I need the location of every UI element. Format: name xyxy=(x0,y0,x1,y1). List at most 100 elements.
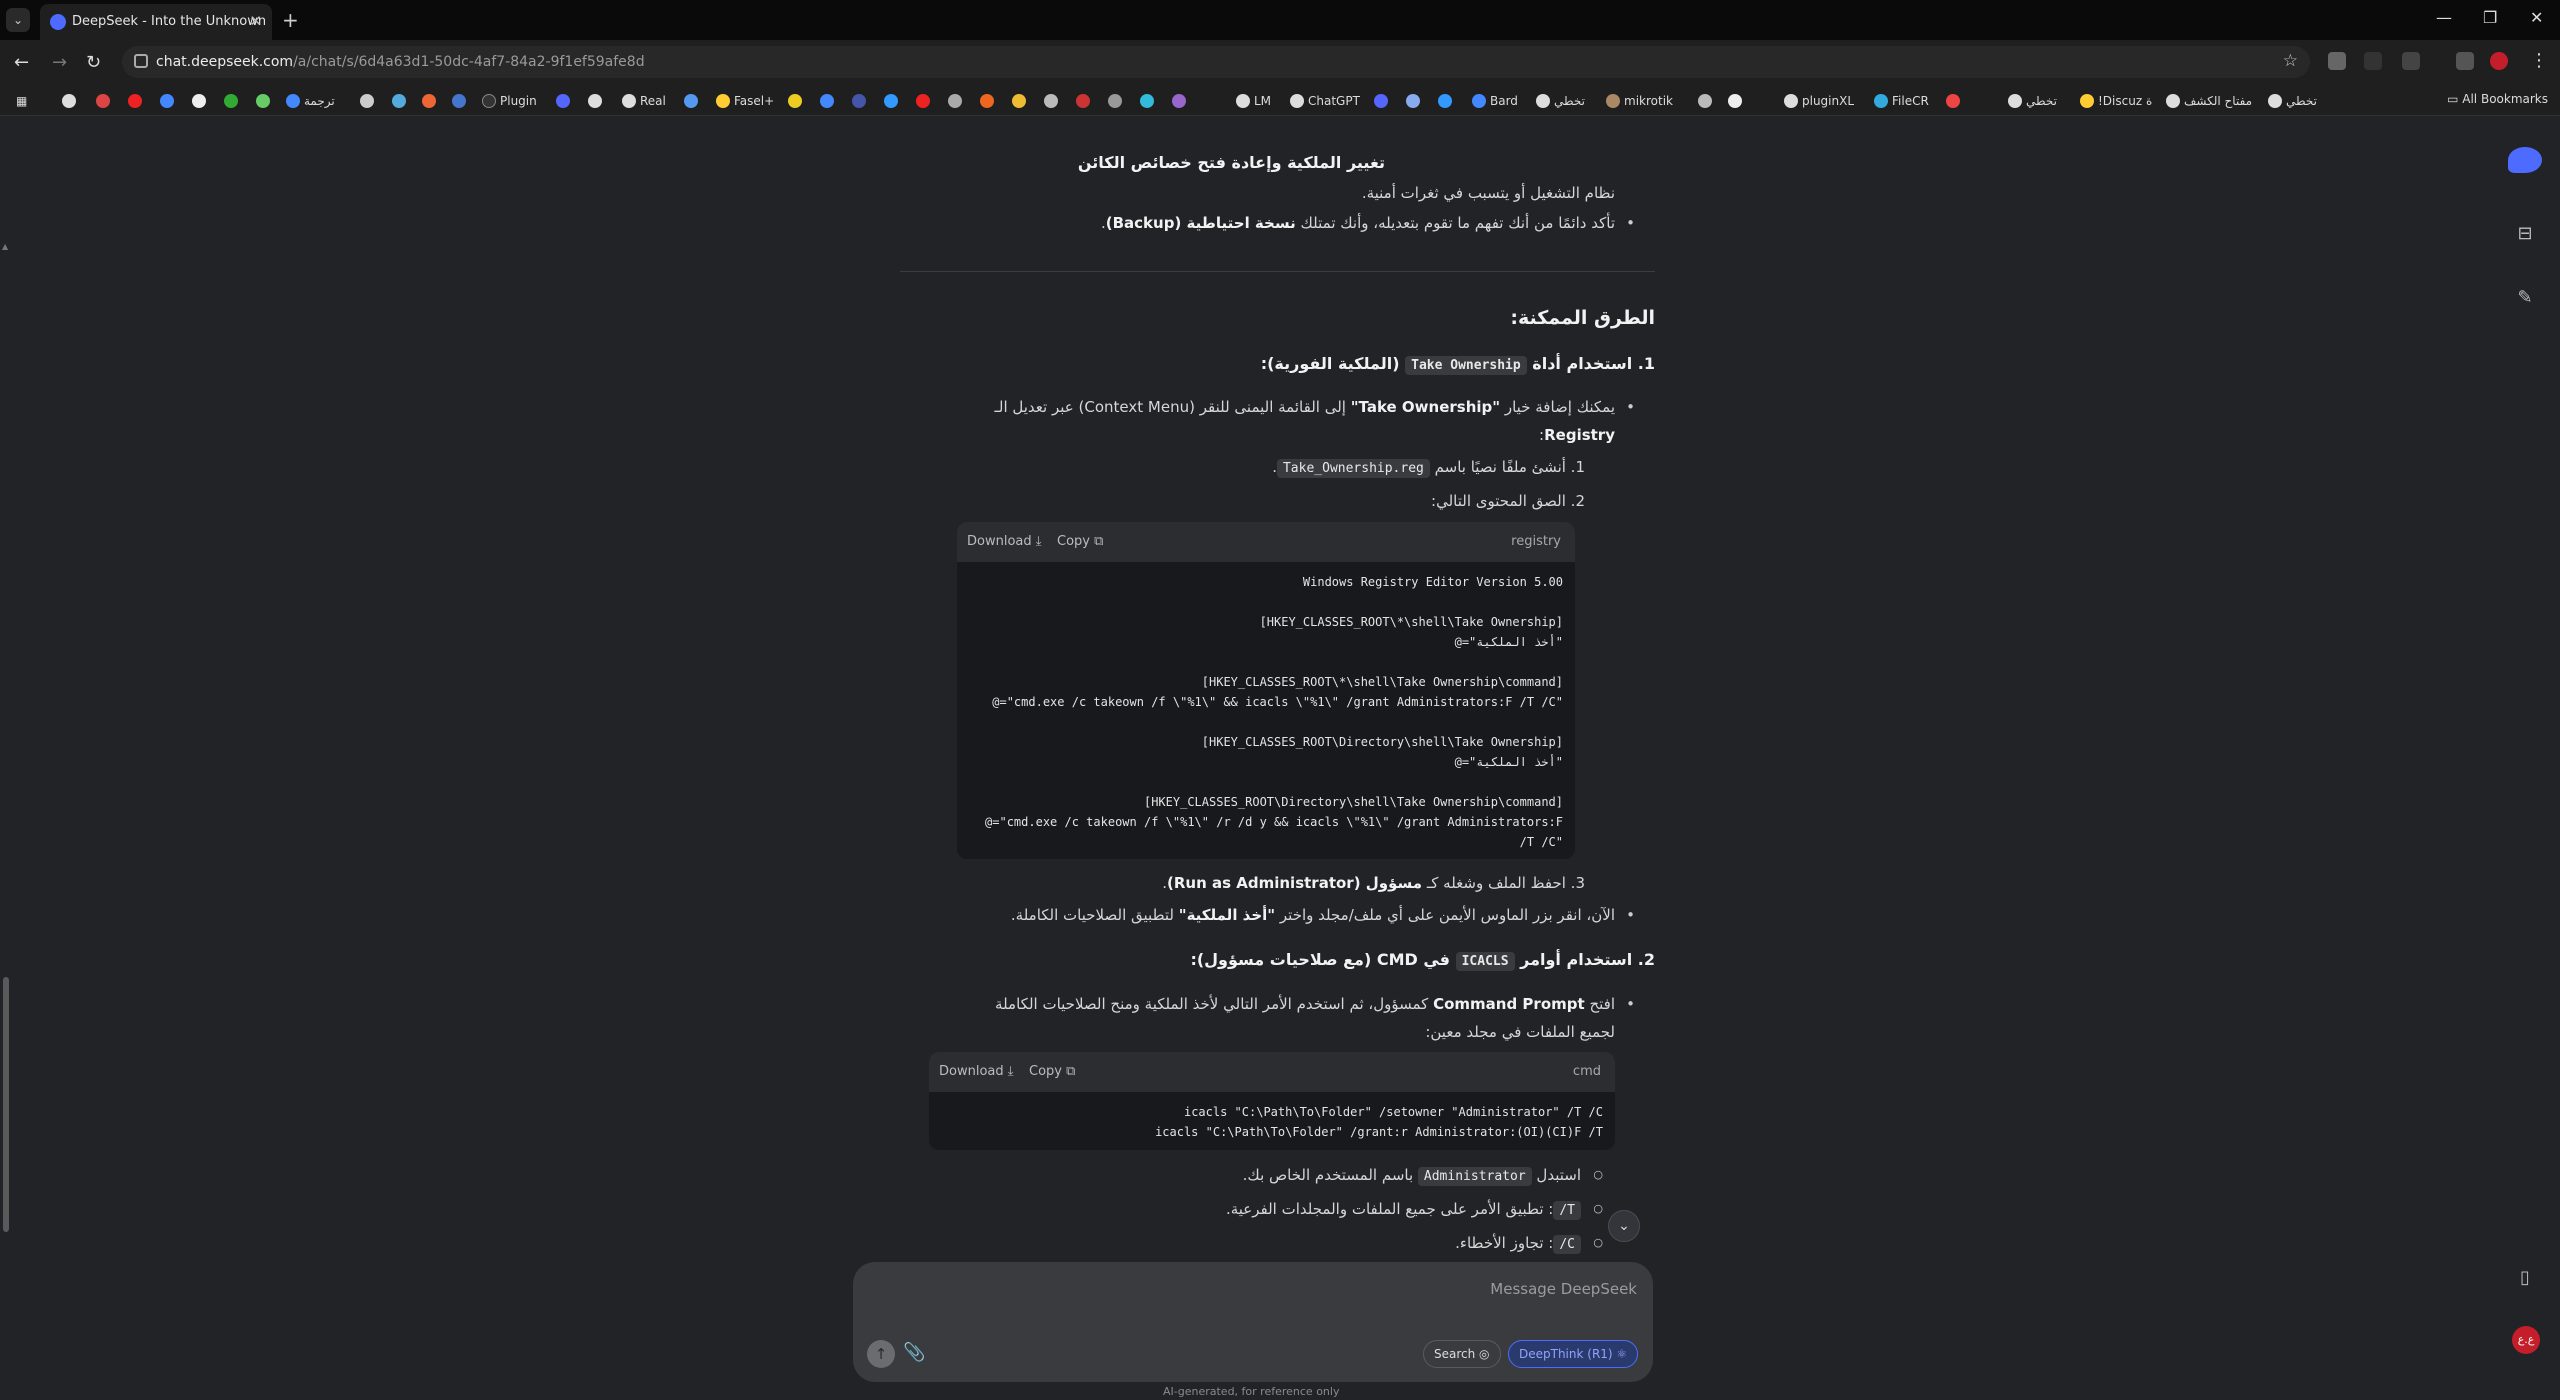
bookmark-icon[interactable] xyxy=(852,92,866,110)
download-icon[interactable] xyxy=(2456,52,2474,70)
search-toggle[interactable]: Search ◎ xyxy=(1423,1340,1501,1368)
bookmark-fasel[interactable]: Fasel+ xyxy=(716,92,774,110)
tab-close-icon[interactable]: ✕ xyxy=(249,12,262,30)
bookmark-discuz[interactable]: !Discuz ة xyxy=(2080,92,2152,110)
mobile-app-icon[interactable]: ▯ xyxy=(2513,1267,2537,1291)
bookmark-icon[interactable] xyxy=(916,92,930,110)
code-line: icacls "C:\Path\To\Folder" /grant:r Admi… xyxy=(1155,1125,1603,1139)
bookmark-icon[interactable] xyxy=(1140,92,1154,110)
bookmark-translate[interactable]: ترجمة xyxy=(286,92,335,110)
menu-icon[interactable]: ⋮ xyxy=(2530,50,2548,71)
bookmark-icon[interactable] xyxy=(392,92,406,110)
bookmark-pluginxl[interactable]: pluginXL xyxy=(1784,92,1854,110)
all-bookmarks[interactable]: ▭ All Bookmarks xyxy=(2447,92,2548,106)
bookmark-icon[interactable] xyxy=(556,92,570,110)
code-line: @="cmd.exe /c takeown /f \"%1\" && icacl… xyxy=(992,695,1563,709)
bookmark-icon[interactable] xyxy=(160,92,174,110)
bookmark-google-icon[interactable] xyxy=(62,92,76,110)
reload-icon[interactable]: ↻ xyxy=(86,52,101,73)
bookmark-icon[interactable] xyxy=(422,92,436,110)
bookmark-icon[interactable] xyxy=(224,92,238,110)
tab-search-icon[interactable]: ⌄ xyxy=(6,8,30,32)
download-button[interactable]: Download ⤓ xyxy=(939,1064,1014,1079)
bookmark-icon[interactable] xyxy=(788,92,802,110)
bookmark-x-icon[interactable] xyxy=(192,92,206,110)
back-icon[interactable]: ← xyxy=(14,52,29,73)
bookmark-icon[interactable] xyxy=(452,92,466,110)
new-tab-icon[interactable]: + xyxy=(282,8,299,32)
apps-icon[interactable]: ▦ xyxy=(16,92,27,110)
bookmark-icon[interactable] xyxy=(1012,92,1026,110)
deepthink-toggle[interactable]: DeepThink (R1) ⚛ xyxy=(1508,1340,1639,1368)
extension-icon[interactable] xyxy=(2364,52,2382,70)
bookmark-icon[interactable] xyxy=(1438,92,1452,110)
bookmark-key[interactable]: مفتاح الكشف xyxy=(2166,92,2252,110)
code-content: Windows Registry Editor Version 5.00 [HK… xyxy=(957,562,1575,859)
bookmark-icon[interactable] xyxy=(588,92,602,110)
bookmark-icon[interactable] xyxy=(256,92,270,110)
bookmark-bard[interactable]: Bard xyxy=(1472,92,1518,110)
bookmark-icon[interactable] xyxy=(1946,92,1960,110)
profile-avatar-icon[interactable] xyxy=(2490,52,2508,70)
extension-icon[interactable] xyxy=(2328,52,2346,70)
minimize-icon[interactable]: — xyxy=(2436,8,2452,27)
extension-icon[interactable] xyxy=(2402,52,2420,70)
bookmark-star-icon[interactable]: ☆ xyxy=(2283,51,2298,71)
bookmark-plugin[interactable]: Plugin xyxy=(482,92,537,110)
paragraph: نظام التشغيل أو يتسبب في ثغرات أمنية. xyxy=(1361,184,1615,202)
bookmark-icon[interactable] xyxy=(1108,92,1122,110)
forward-icon[interactable]: → xyxy=(52,52,67,73)
bookmark-icon[interactable] xyxy=(1076,92,1090,110)
download-button[interactable]: Download ⤓ xyxy=(967,534,1042,549)
copy-button[interactable]: Copy ⧉ xyxy=(1029,1064,1075,1079)
code-line: [HKEY_CLASSES_ROOT\Directory\shell\Take … xyxy=(1143,795,1563,809)
bookmark-youtube-icon[interactable] xyxy=(128,92,142,110)
bookmark-real[interactable]: Real xyxy=(622,92,666,110)
scrollbar[interactable]: ▲ xyxy=(2,177,10,1307)
copy-button[interactable]: Copy ⧉ xyxy=(1057,534,1103,549)
bookmark-mikrotik[interactable]: mikrotik xyxy=(1606,92,1673,110)
list-item: الآن، انقر بزر الماوس الأيمن على أي ملف/… xyxy=(1011,901,1635,929)
site-info-icon[interactable] xyxy=(134,54,148,68)
tab-title: DeepSeek - Into the Unknown xyxy=(72,14,267,29)
code-line: icacls "C:\Path\To\Folder" /setowner "Ad… xyxy=(1183,1105,1603,1119)
new-chat-icon[interactable]: ✎ xyxy=(2513,287,2537,311)
scroll-to-bottom-button[interactable]: ⌄ xyxy=(1608,1210,1640,1242)
bookmark-icon[interactable] xyxy=(1406,92,1420,110)
deepseek-logo-icon[interactable] xyxy=(2508,147,2542,173)
bookmark-filecr[interactable]: FileCR xyxy=(1874,92,1929,110)
code-content: icacls "C:\Path\To\Folder" /setowner "Ad… xyxy=(929,1092,1615,1150)
bookmark-icon[interactable] xyxy=(1172,92,1186,110)
bookmark-icon[interactable] xyxy=(884,92,898,110)
bookmark-lm[interactable]: LM xyxy=(1236,92,1271,110)
bookmark-gmail-icon[interactable] xyxy=(96,92,110,110)
address-bar[interactable]: chat.deepseek.com/a/chat/s/6d4a63d1-50dc… xyxy=(122,46,2310,78)
code-line: [HKEY_CLASSES_ROOT\*\shell\Take Ownershi… xyxy=(1259,615,1563,629)
window-close-icon[interactable]: ✕ xyxy=(2530,8,2543,27)
bookmark-chatgpt[interactable]: ChatGPT xyxy=(1290,92,1360,110)
sidebar-toggle-icon[interactable]: ⊟ xyxy=(2513,223,2537,247)
bookmark-icon[interactable] xyxy=(1374,92,1388,110)
message-input[interactable]: Message DeepSeek xyxy=(1490,1280,1637,1298)
bookmark-icon[interactable] xyxy=(820,92,834,110)
scrollbar-thumb[interactable] xyxy=(3,977,9,1232)
scroll-up-icon[interactable]: ▲ xyxy=(2,242,8,251)
bookmark-icon[interactable] xyxy=(684,92,698,110)
code-language: cmd xyxy=(1572,1064,1601,1079)
bookmark-icon[interactable] xyxy=(360,92,374,110)
tab-deepseek[interactable]: DeepSeek - Into the Unknown ✕ xyxy=(40,4,272,40)
section-heading: تغيير الملكية وإعادة فتح خصائص الكائن xyxy=(1077,153,1385,172)
user-avatar[interactable]: ع.ع xyxy=(2512,1326,2540,1354)
bookmark-icon[interactable] xyxy=(1728,92,1742,110)
bookmark-icon[interactable] xyxy=(980,92,994,110)
bookmark-icon[interactable] xyxy=(1044,92,1058,110)
bookmark-icon[interactable] xyxy=(1698,92,1712,110)
bookmark-skip[interactable]: تخطي xyxy=(2008,92,2057,110)
bookmark-skip[interactable]: تخطي xyxy=(2268,92,2317,110)
bookmark-skip[interactable]: تخطي xyxy=(1536,92,1585,110)
bookmark-icon[interactable] xyxy=(948,92,962,110)
maximize-icon[interactable]: ❐ xyxy=(2483,8,2497,27)
send-button[interactable]: ↑ xyxy=(867,1340,895,1368)
attach-icon[interactable]: 📎 xyxy=(903,1342,925,1363)
